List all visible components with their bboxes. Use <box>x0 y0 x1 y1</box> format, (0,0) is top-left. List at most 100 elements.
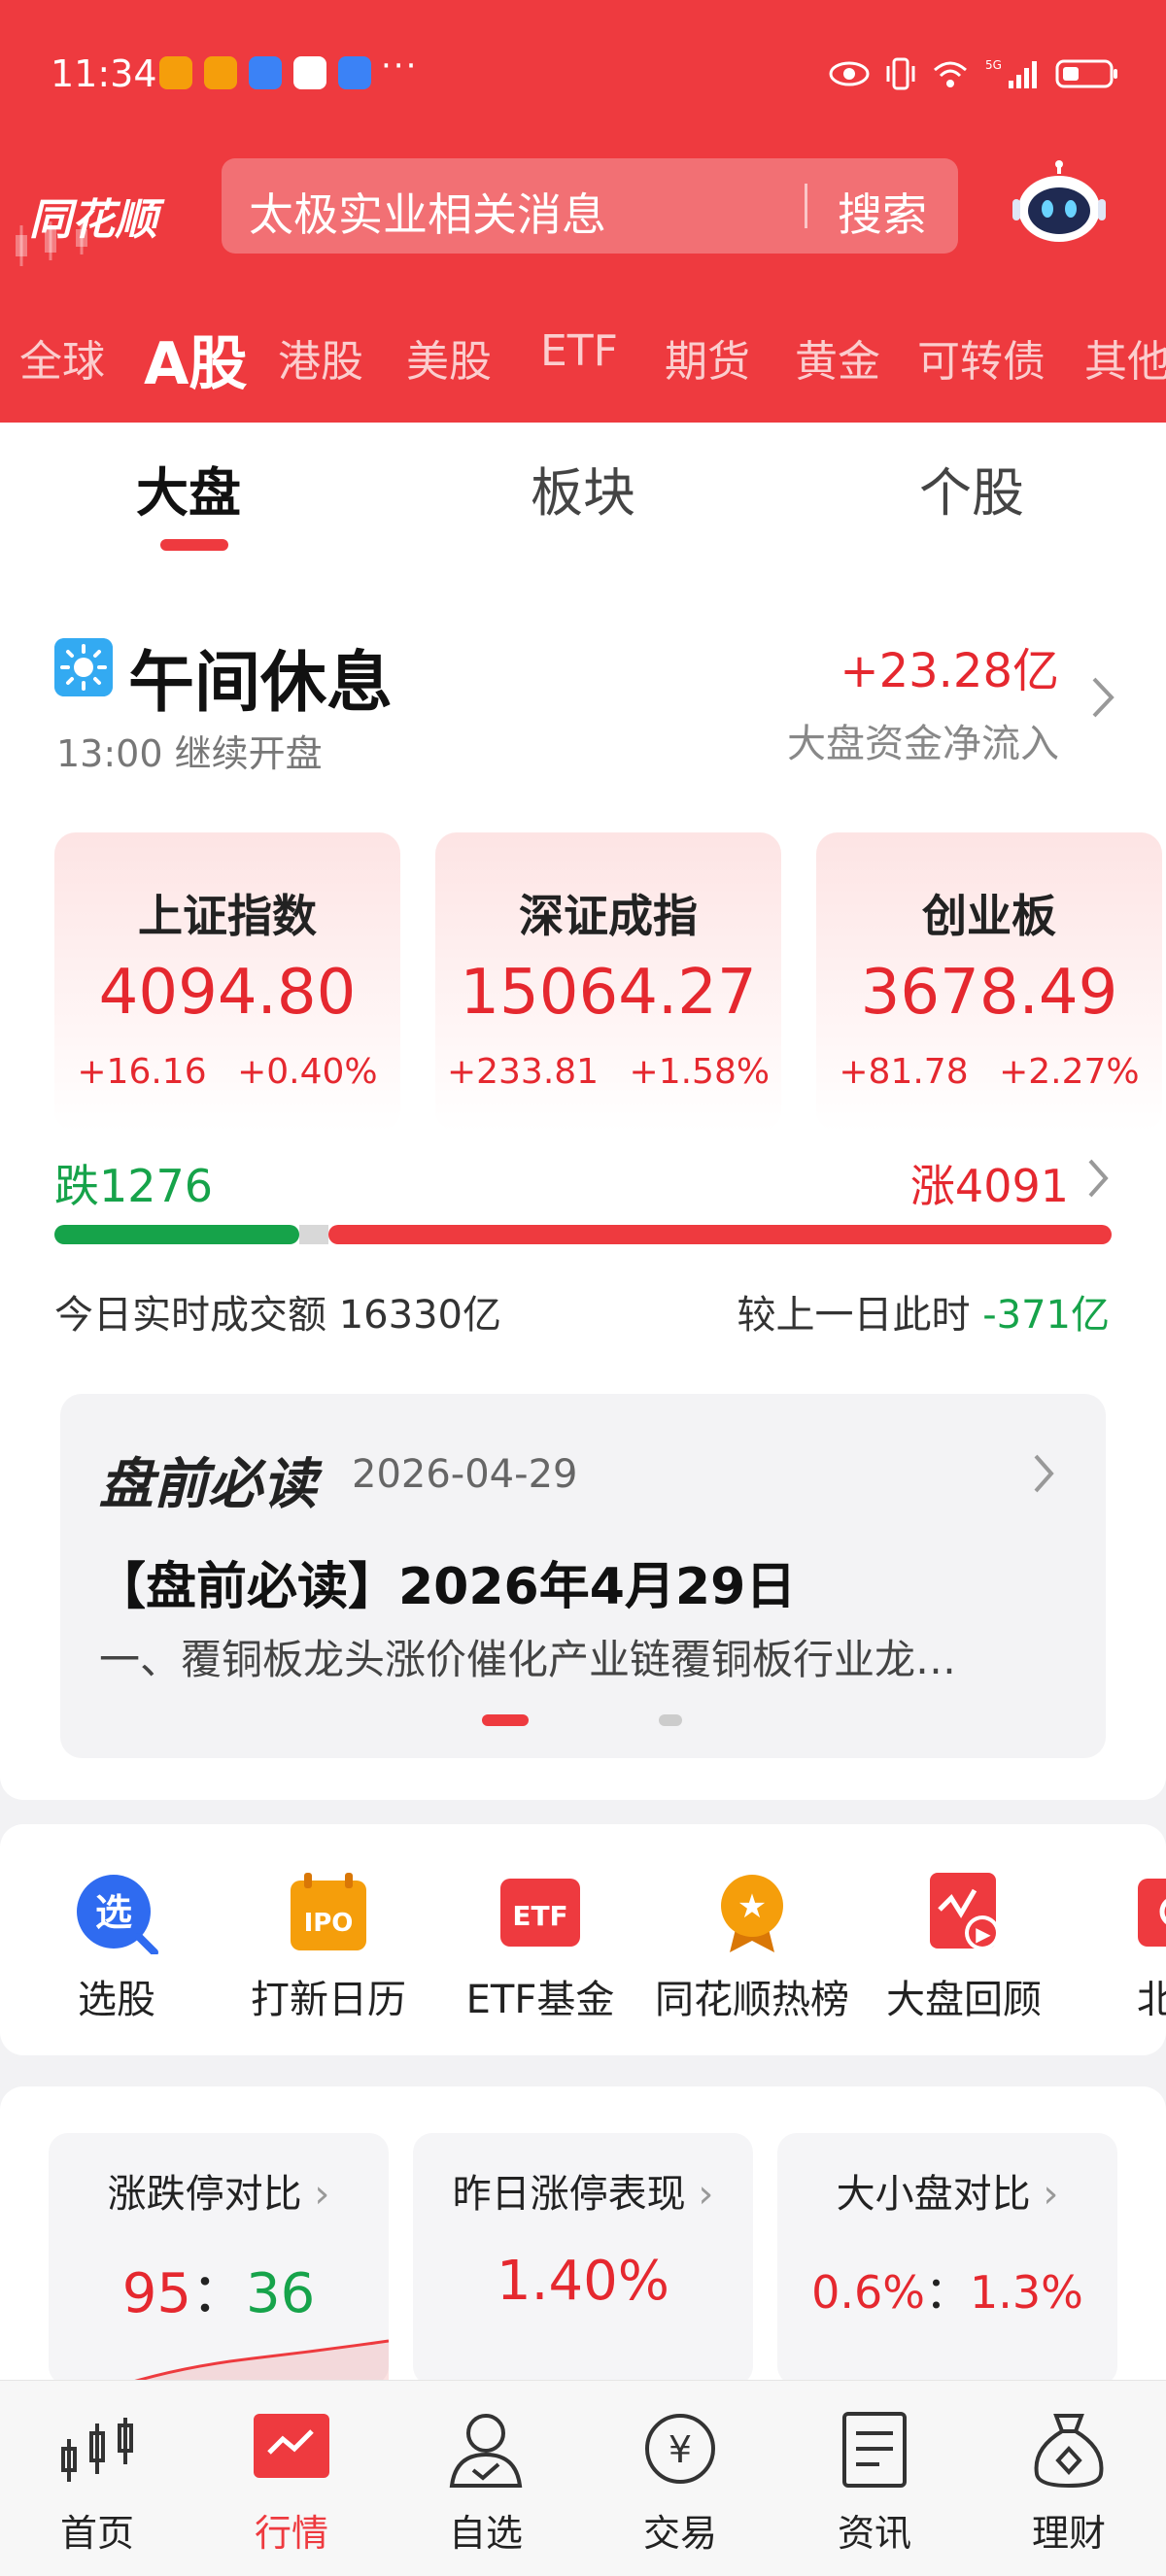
hot-list-glyph: ★ <box>737 1887 767 1926</box>
large-small-cap-compare[interactable]: 大小盘对比 › 0.6%：1.3% <box>777 2133 1117 2386</box>
tab-gold[interactable]: 黄金 <box>795 326 880 389</box>
search-bar[interactable]: 太极实业相关消息 搜索 <box>222 158 958 254</box>
shortcut-label: 打新日历 <box>251 1978 406 2022</box>
index-change-points: +16.16 <box>77 1052 207 1092</box>
tab-convertible-bonds[interactable]: 可转债 <box>917 326 1046 389</box>
chevron-right-icon[interactable] <box>1030 1450 1057 1497</box>
home-candlestick-icon <box>61 2418 133 2482</box>
session-reopen-time: 13:00 继续开盘 <box>56 732 323 775</box>
index-change-percent: +1.58% <box>629 1052 771 1092</box>
shortcut-hot-list[interactable]: ★ 同花顺热榜 <box>655 1871 849 2024</box>
shortcut-label: 选股 <box>78 1978 155 2022</box>
index-change-points: +81.78 <box>839 1052 969 1092</box>
stat-value: 0.6%：1.3% <box>777 2257 1117 2322</box>
nav-wealth[interactable]: 理财 <box>991 2410 1147 2557</box>
tab-us-stocks[interactable]: 美股 <box>406 326 492 389</box>
chevron-right-icon: › <box>314 2172 330 2217</box>
ratio-separator: ： <box>925 2266 970 2319</box>
index-name: 创业板 <box>922 890 1056 942</box>
tab-global[interactable]: 全球 <box>19 326 105 389</box>
tab-others[interactable]: 其他 <box>1084 326 1166 389</box>
shortcut-beijing[interactable]: 北京 <box>1079 1871 1166 2024</box>
sun-icon <box>54 638 113 696</box>
status-notification-icons <box>159 56 371 89</box>
cellular-signal-icon: 5G <box>985 58 1037 88</box>
advance-decline-bar <box>54 1225 1112 1244</box>
status-indicators: 5G <box>828 56 1119 91</box>
index-card-chinext[interactable]: 创业板 3678.49 +81.78 +2.27% <box>816 832 1162 1132</box>
index-value: 3678.49 <box>860 957 1118 1029</box>
shortcut-ipo-calendar[interactable]: IPO 打新日历 <box>231 1871 426 2024</box>
news-title[interactable]: 【盘前必读】2026年4月29日 <box>95 1545 796 1618</box>
etf-icon: ETF <box>500 1879 580 1947</box>
index-value: 4094.80 <box>98 957 357 1029</box>
subtab-sectors[interactable]: 板块 <box>531 450 635 526</box>
index-name: 深证成指 <box>519 890 698 942</box>
tab-a-shares[interactable]: A股 <box>144 317 247 401</box>
decline-bar-segment <box>54 1225 299 1244</box>
news-summary[interactable]: 一、覆铜板龙头涨价催化产业链覆铜板行业龙… <box>99 1627 1071 1686</box>
shortcut-etf-fund[interactable]: ETF ETF基金 <box>443 1871 637 2024</box>
limit-up-down-compare[interactable]: 涨跌停对比 › 95：36 <box>49 2133 389 2386</box>
index-change: +81.78 +2.27% <box>816 1052 1162 1092</box>
market-overview-card: 大盘 板块 个股 午间休息 13:00 继续开盘 +23.28亿 大盘资金净流入… <box>0 423 1166 1800</box>
tab-hk-stocks[interactable]: 港股 <box>278 326 363 389</box>
notification-app-icon <box>249 56 282 89</box>
shortcut-market-review[interactable]: ▶ 大盘回顾 <box>867 1871 1061 2024</box>
robot-assistant-icon[interactable] <box>1011 160 1108 248</box>
nav-news[interactable]: 资讯 <box>797 2410 952 2557</box>
yuan-trade-icon: ¥ <box>645 2414 715 2484</box>
nav-trade[interactable]: ¥ 交易 <box>602 2410 758 2557</box>
index-change: +16.16 +0.40% <box>54 1052 400 1092</box>
nav-market[interactable]: 行情 <box>214 2410 369 2557</box>
nav-home[interactable]: 首页 <box>19 2410 175 2557</box>
advancing-count[interactable]: 涨4091 <box>910 1151 1069 1215</box>
nav-label: 资讯 <box>837 2512 911 2555</box>
declining-count[interactable]: 跌1276 <box>54 1151 213 1215</box>
tab-futures[interactable]: 期货 <box>665 326 750 389</box>
search-stock-icon: 选 <box>77 1875 158 1954</box>
stat-title: 涨跌停对比 › <box>49 2162 389 2219</box>
subtab-market[interactable]: 大盘 <box>136 450 241 526</box>
beijing-icon <box>1138 1879 1166 1947</box>
carousel-dot <box>659 1714 682 1726</box>
carousel-dot-active <box>482 1714 529 1726</box>
nav-watchlist[interactable]: 自选 <box>408 2410 564 2557</box>
subtab-stocks[interactable]: 个股 <box>919 450 1024 526</box>
net-capital-flow-label[interactable]: 大盘资金净流入 <box>787 712 1059 768</box>
index-card-shenzhen[interactable]: 深证成指 15064.27 +233.81 +1.58% <box>435 832 781 1132</box>
battery-icon <box>1055 59 1117 88</box>
stat-title-text: 昨日涨停表现 <box>452 2172 686 2217</box>
net-capital-flow-value[interactable]: +23.28亿 <box>840 632 1059 700</box>
ipo-glyph: IPO <box>304 1909 354 1938</box>
yesterday-limit-up-performance[interactable]: 昨日涨停表现 › 1.40% <box>413 2133 753 2386</box>
turnover-compare-label: 较上一日此时 <box>737 1293 971 1338</box>
market-review-icon: ▶ <box>930 1873 1000 1950</box>
small-cap-change: 1.3% <box>970 2266 1083 2319</box>
stat-title-text: 大小盘对比 <box>836 2172 1031 2217</box>
hot-list-icon: ★ <box>721 1875 783 1952</box>
index-change-percent: +2.27% <box>999 1052 1140 1092</box>
turnover-compare: 较上一日此时 -371亿 <box>737 1283 1111 1339</box>
notification-app-icon <box>159 56 192 89</box>
bottom-navigation: 首页 行情 自选 ¥ 交易 资讯 理财 <box>0 2380 1166 2576</box>
chevron-right-icon[interactable] <box>1088 673 1117 722</box>
shortcut-stock-picker[interactable]: 选 选股 <box>19 1871 214 2024</box>
premarket-logo: 盘前必读 <box>99 1453 317 1516</box>
index-card-shanghai[interactable]: 上证指数 4094.80 +16.16 +0.40% <box>54 832 400 1132</box>
turnover-label: 今日实时成交额 <box>54 1293 326 1338</box>
search-button[interactable]: 搜索 <box>838 180 927 244</box>
tab-etf[interactable]: ETF <box>540 326 618 376</box>
limit-down-count: 36 <box>246 2262 316 2325</box>
ipo-calendar-icon: IPO <box>291 1873 366 1950</box>
status-bar: 11:34 ··· 5G <box>0 39 1166 107</box>
shortcut-label: ETF基金 <box>465 1978 615 2022</box>
candlestick-decoration-icon <box>16 221 87 266</box>
advance-bar-segment <box>328 1225 1112 1244</box>
flat-bar-segment <box>299 1225 328 1244</box>
premarket-news-card[interactable]: 盘前必读 2026-04-29 【盘前必读】2026年4月29日 一、覆铜板龙头… <box>60 1394 1106 1758</box>
search-divider <box>805 184 807 228</box>
search-input[interactable]: 太极实业相关消息 <box>249 180 606 244</box>
chevron-right-icon[interactable] <box>1084 1155 1112 1202</box>
index-value: 15064.27 <box>460 957 757 1029</box>
